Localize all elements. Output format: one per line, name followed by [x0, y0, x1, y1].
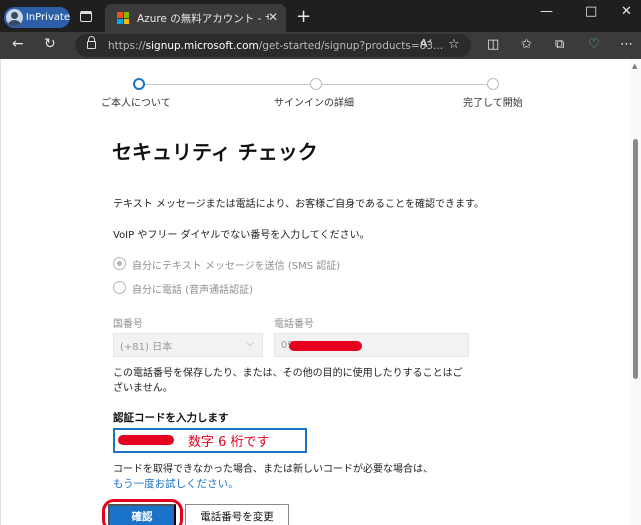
country-code-value: (+81) 日本 — [120, 341, 173, 353]
tab-actions-icon[interactable] — [80, 11, 92, 22]
maximize-button[interactable]: □ — [585, 4, 597, 19]
phone-number-label: 電話番号 — [274, 319, 314, 330]
country-code-select[interactable]: (+81) 日本 ⌵ — [113, 333, 263, 357]
browser-title-bar: InPrivate Azure の無料アカウント - サインアップ ✕ + — … — [0, 0, 641, 32]
lock-icon[interactable] — [87, 36, 96, 49]
new-tab-button[interactable]: + — [296, 6, 311, 27]
tab-title: Azure の無料アカウント - サインアップ — [137, 12, 269, 25]
code-redaction-mark — [118, 435, 174, 445]
split-screen-icon[interactable]: ◫ — [487, 37, 499, 52]
url-path: /get-started/signup?products=83... — [258, 39, 444, 52]
browser-toolbar: ← ↻ https://signup.microsoft.com/get-sta… — [0, 32, 641, 59]
code-annotation-text: 数字 6 桁です — [188, 435, 270, 450]
inprivate-badge[interactable]: InPrivate — [4, 7, 70, 28]
no-code-text: コードを取得できなかった場合、または新しいコードが必要な場合は、 — [113, 464, 433, 475]
retry-link[interactable]: もう一度お試しください。 — [113, 476, 239, 491]
phone-redaction-mark — [289, 341, 362, 351]
step-indicator-3 — [487, 78, 499, 90]
scrollbar-thumb[interactable] — [633, 139, 638, 379]
radio-call-label[interactable]: 自分に電話 (音声通話認証) — [132, 281, 253, 296]
change-phone-button[interactable]: 電話番号を変更 — [185, 504, 289, 525]
step-label-signin-details: サインインの詳細 — [274, 98, 354, 109]
step-label-about-you: ご本人について — [101, 98, 171, 109]
heart-icon[interactable]: ♡ — [588, 37, 600, 52]
microsoft-logo-icon — [117, 12, 129, 24]
intro-text-line1: テキスト メッセージまたは電話により、お客様ご自身であることを確認できます。 — [113, 199, 484, 210]
favorite-icon[interactable]: ☆ — [448, 37, 460, 52]
url-host: signup.microsoft.com — [145, 39, 259, 52]
inprivate-label: InPrivate — [25, 12, 70, 23]
url-prefix: https:// — [108, 39, 146, 52]
page-scrollbar[interactable]: ▲ — [630, 59, 641, 525]
chevron-down-icon: ⌵ — [246, 338, 254, 349]
radio-call[interactable] — [113, 281, 126, 294]
page-title: セキュリティ チェック — [112, 140, 318, 164]
address-bar[interactable]: https://signup.microsoft.com/get-started… — [75, 34, 471, 57]
collections-icon[interactable]: ⧉ — [555, 37, 564, 52]
country-code-label: 国番号 — [113, 319, 143, 330]
arrow-left-icon[interactable]: ← — [12, 36, 24, 52]
minimize-button[interactable]: — — [540, 4, 553, 19]
privacy-note-line1: この電話番号を保存したり、または、その他の目的に使用したりすることはご — [113, 368, 463, 379]
radio-sms-label[interactable]: 自分にテキスト メッセージを送信 (SMS 認証) — [132, 257, 340, 272]
step-indicator-2 — [310, 78, 322, 90]
favorites-icon[interactable]: ✩ — [521, 37, 532, 52]
privacy-note-line2: ざいません。 — [113, 383, 173, 394]
close-window-button[interactable]: ✕ — [621, 4, 632, 19]
more-icon[interactable]: ⋯ — [620, 37, 633, 52]
verification-code-input[interactable]: 数字 6 桁です — [113, 428, 307, 453]
refresh-icon[interactable]: ↻ — [44, 36, 56, 52]
profile-avatar-icon — [6, 9, 23, 26]
verify-button[interactable]: 確認 — [108, 504, 176, 525]
browser-tab-active[interactable]: Azure の無料アカウント - サインアップ ✕ — [105, 4, 286, 32]
step-label-finish: 完了して開始 — [463, 98, 523, 109]
intro-text-line2: VoIP やフリー ダイヤルでない番号を入力してください。 — [113, 230, 370, 241]
read-aloud-icon[interactable]: Aᐟ — [420, 37, 432, 50]
step-indicator-1 — [133, 78, 145, 90]
scroll-up-icon[interactable]: ▲ — [632, 62, 637, 70]
verification-code-label: 認証コードを入力します — [113, 412, 229, 424]
tab-close-icon[interactable]: ✕ — [268, 10, 278, 24]
page-content: ご本人について サインインの詳細 完了して開始 セキュリティ チェック テキスト… — [0, 59, 641, 525]
radio-sms[interactable] — [113, 257, 126, 270]
